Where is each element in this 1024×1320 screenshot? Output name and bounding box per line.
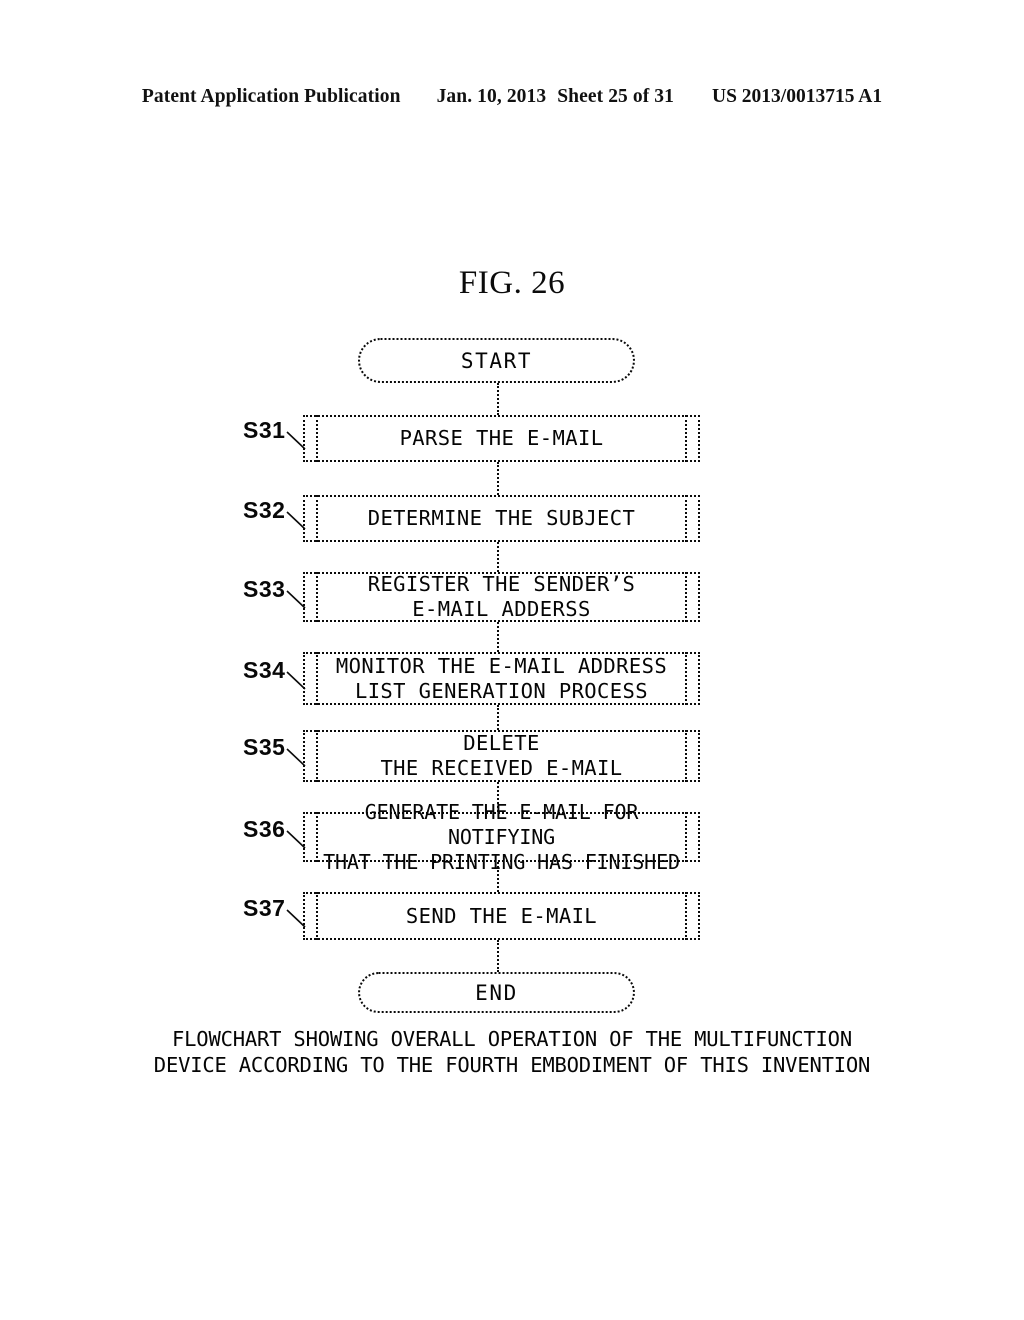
flowchart-end-label: END: [475, 980, 518, 1005]
flowchart-step-s33-text: REGISTER THE SENDER’S E-MAIL ADDERSS: [367, 572, 636, 621]
step-label-s33: S33: [243, 576, 286, 602]
step-label-s31: S31: [243, 417, 286, 443]
box-rail-left: [316, 892, 318, 940]
leader-line-s34: [286, 671, 313, 692]
box-rail-right: [685, 572, 687, 622]
flowchart-step-s32-text: DETERMINE THE SUBJECT: [367, 506, 636, 530]
connector-s33-to-s34: [497, 622, 499, 652]
connector-start-to-s31: [497, 383, 499, 415]
connector-s34-to-s35: [497, 705, 499, 730]
flowchart-step-s31-text: PARSE THE E-MAIL: [399, 426, 604, 450]
flowchart-step-s34-text: MONITOR THE E-MAIL ADDRESS LIST GENERATI…: [335, 653, 668, 703]
leader-line-s33: [286, 590, 313, 611]
connector-s32-to-s33: [497, 542, 499, 572]
leader-line-s31: [286, 431, 313, 452]
patent-figure-page: Patent Application Publication Jan. 10, …: [0, 0, 1024, 1320]
box-rail-right: [685, 730, 687, 782]
box-rail-left: [316, 572, 318, 622]
box-rail-left: [316, 730, 318, 782]
connector-s37-to-end: [497, 940, 499, 972]
step-label-s34: S34: [243, 657, 286, 683]
flowchart-step-s36-text: GENERATE THE E-MAIL FOR NOTIFYING THAT T…: [323, 799, 680, 874]
step-label-s37: S37: [243, 895, 286, 921]
figure-caption: FLOWCHART SHOWING OVERALL OPERATION OF T…: [153, 1027, 871, 1077]
box-rail-left: [316, 495, 318, 542]
box-rail-left: [316, 415, 318, 462]
flowchart-step-s32: DETERMINE THE SUBJECT: [303, 495, 700, 542]
box-rail-left: [316, 652, 318, 705]
flowchart-start-label: START: [460, 348, 533, 373]
flowchart-step-s35: DELETE THE RECEIVED E-MAIL: [303, 730, 700, 782]
box-rail-right: [685, 892, 687, 940]
leader-line-s35: [286, 748, 313, 769]
flowchart-step-s37: SEND THE E-MAIL: [303, 892, 700, 940]
leader-line-s32: [286, 511, 313, 532]
box-rail-right: [685, 415, 687, 462]
step-label-s32: S32: [243, 497, 286, 523]
leader-line-s37: [286, 909, 313, 930]
flowchart-step-s36: GENERATE THE E-MAIL FOR NOTIFYING THAT T…: [303, 800, 700, 874]
flowchart-end-node: END: [358, 972, 635, 1013]
flowchart-start-node: START: [358, 338, 635, 383]
step-label-s36: S36: [243, 816, 286, 842]
flowchart-step-s33: REGISTER THE SENDER’S E-MAIL ADDERSS: [303, 572, 700, 622]
step-label-s35: S35: [243, 734, 286, 760]
flowchart-step-s31: PARSE THE E-MAIL: [303, 415, 700, 462]
flowchart-step-s35-text: DELETE THE RECEIVED E-MAIL: [380, 731, 623, 780]
flowchart-step-s34: MONITOR THE E-MAIL ADDRESS LIST GENERATI…: [303, 652, 700, 705]
connector-s31-to-s32: [497, 462, 499, 495]
box-rail-right: [685, 495, 687, 542]
flowchart-step-s37-text: SEND THE E-MAIL: [405, 903, 598, 928]
box-rail-right: [685, 652, 687, 705]
flowchart-diagram: START PARSE THE E-MAIL S31 DETERMINE THE…: [0, 0, 1024, 1320]
